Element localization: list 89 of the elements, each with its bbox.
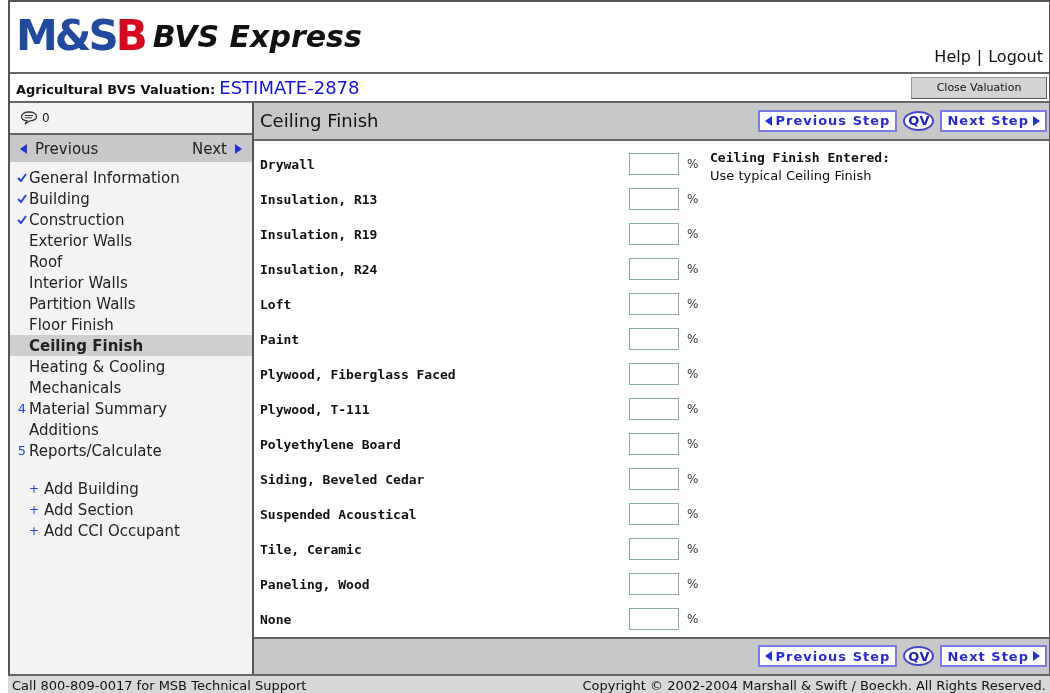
field-label: Polyethylene Board: [260, 436, 402, 452]
speech-bubble-icon: [20, 111, 38, 125]
qv-button[interactable]: QV: [903, 110, 935, 131]
support-text: Call 800-809-0017 for MSB Technical Support: [12, 678, 307, 693]
field-label: Loft: [260, 296, 293, 312]
field-label: Suspended Acoustical: [260, 506, 418, 522]
previous-step-button[interactable]: Previous Step: [757, 645, 898, 668]
nav-item[interactable]: Mechanicals: [10, 377, 252, 398]
nav-item[interactable]: Ceiling Finish: [10, 335, 252, 356]
nav-item[interactable]: Construction: [10, 209, 252, 230]
caret-right-icon: [1033, 651, 1040, 662]
percent-unit: %: [687, 577, 699, 591]
step-number: 4: [16, 401, 28, 416]
percent-field[interactable]: [629, 573, 679, 595]
header-link[interactable]: Logout: [988, 47, 1043, 66]
field-label: Paneling, Wood: [260, 576, 371, 592]
link-separator: |: [976, 47, 983, 66]
field-label: Paint: [260, 331, 301, 347]
field-label: Drywall: [260, 156, 316, 172]
caret-left-icon: [764, 651, 772, 662]
previous-link[interactable]: Previous: [20, 139, 99, 158]
percent-field[interactable]: [629, 258, 679, 280]
next-step-button[interactable]: Next Step: [940, 109, 1047, 132]
percent-field[interactable]: [629, 328, 679, 350]
nav-item[interactable]: Building: [10, 188, 252, 209]
percent-unit: %: [687, 297, 699, 311]
percent-field[interactable]: [629, 433, 679, 455]
add-link[interactable]: + Add Building: [10, 478, 252, 499]
add-link[interactable]: + Add CCI Occupant: [10, 520, 252, 541]
percent-unit: %: [687, 542, 699, 556]
percent-unit: %: [687, 157, 699, 171]
percent-unit: %: [687, 507, 699, 521]
field-label: Insulation, R19: [260, 226, 379, 242]
field-label: Plywood, Fiberglass Faced: [260, 366, 457, 382]
percent-unit: %: [687, 437, 699, 451]
product-name: BVS Express: [152, 18, 362, 54]
nav-item[interactable]: General Information: [10, 167, 252, 188]
field-label: Plywood, T-111: [260, 401, 371, 417]
valuation-title: Agricultural BVS Valuation: ESTIMATE-2878: [16, 77, 360, 98]
next-link[interactable]: Next: [192, 139, 242, 158]
comment-count: 0: [42, 111, 50, 125]
caret-left-icon: [20, 143, 27, 154]
percent-unit: %: [687, 192, 699, 206]
percent-field[interactable]: [629, 293, 679, 315]
caret-right-icon: [235, 143, 242, 154]
nav-item[interactable]: Interior Walls: [10, 272, 252, 293]
section-title: Ceiling Finish: [260, 110, 379, 132]
nav-item[interactable]: Additions: [10, 419, 252, 440]
percent-field[interactable]: [629, 188, 679, 210]
percent-field[interactable]: [629, 363, 679, 385]
percent-field[interactable]: [629, 608, 679, 630]
percent-unit: %: [687, 367, 699, 381]
field-label: Tile, Ceramic: [260, 541, 363, 557]
caret-left-icon: [764, 115, 772, 126]
percent-field[interactable]: [629, 538, 679, 560]
percent-field[interactable]: [629, 468, 679, 490]
logo: M&SB: [16, 14, 145, 58]
percent-unit: %: [687, 472, 699, 486]
percent-field[interactable]: [629, 153, 679, 175]
field-label: Insulation, R13: [260, 191, 379, 207]
percent-unit: %: [687, 612, 699, 626]
entered-title: Ceiling Finish Entered:: [710, 149, 890, 165]
add-link[interactable]: + Add Section: [10, 499, 252, 520]
caret-right-icon: [1033, 115, 1040, 126]
percent-unit: %: [687, 332, 699, 346]
nav-item[interactable]: Floor Finish: [10, 314, 252, 335]
nav-item[interactable]: Heating & Cooling: [10, 356, 252, 377]
header-link[interactable]: Help: [934, 47, 971, 66]
nav-item[interactable]: 4 Material Summary: [10, 398, 252, 419]
nav-item[interactable]: Roof: [10, 251, 252, 272]
field-label: None: [260, 611, 293, 627]
step-number: 5: [16, 443, 28, 458]
percent-unit: %: [687, 402, 699, 416]
field-label: Siding, Beveled Cedar: [260, 471, 426, 487]
percent-unit: %: [687, 227, 699, 241]
percent-field[interactable]: [629, 398, 679, 420]
previous-step-button[interactable]: Previous Step: [757, 109, 898, 132]
copyright-text: Copyright © 2002-2004 Marshall & Swift / Boeckh. All Rights Reserved.: [582, 678, 1046, 693]
entered-text: Use typical Ceiling Finish: [710, 167, 873, 183]
nav-item[interactable]: Partition Walls: [10, 293, 252, 314]
nav-item[interactable]: 5 Reports/Calculate: [10, 440, 252, 461]
percent-unit: %: [687, 262, 699, 276]
field-label: Insulation, R24: [260, 261, 379, 277]
next-step-button[interactable]: Next Step: [940, 645, 1047, 668]
close-valuation-button[interactable]: Close Valuation: [911, 76, 1047, 99]
percent-field[interactable]: [629, 503, 679, 525]
nav-item[interactable]: Exterior Walls: [10, 230, 252, 251]
qv-button[interactable]: QV: [903, 646, 935, 667]
percent-field[interactable]: [629, 223, 679, 245]
